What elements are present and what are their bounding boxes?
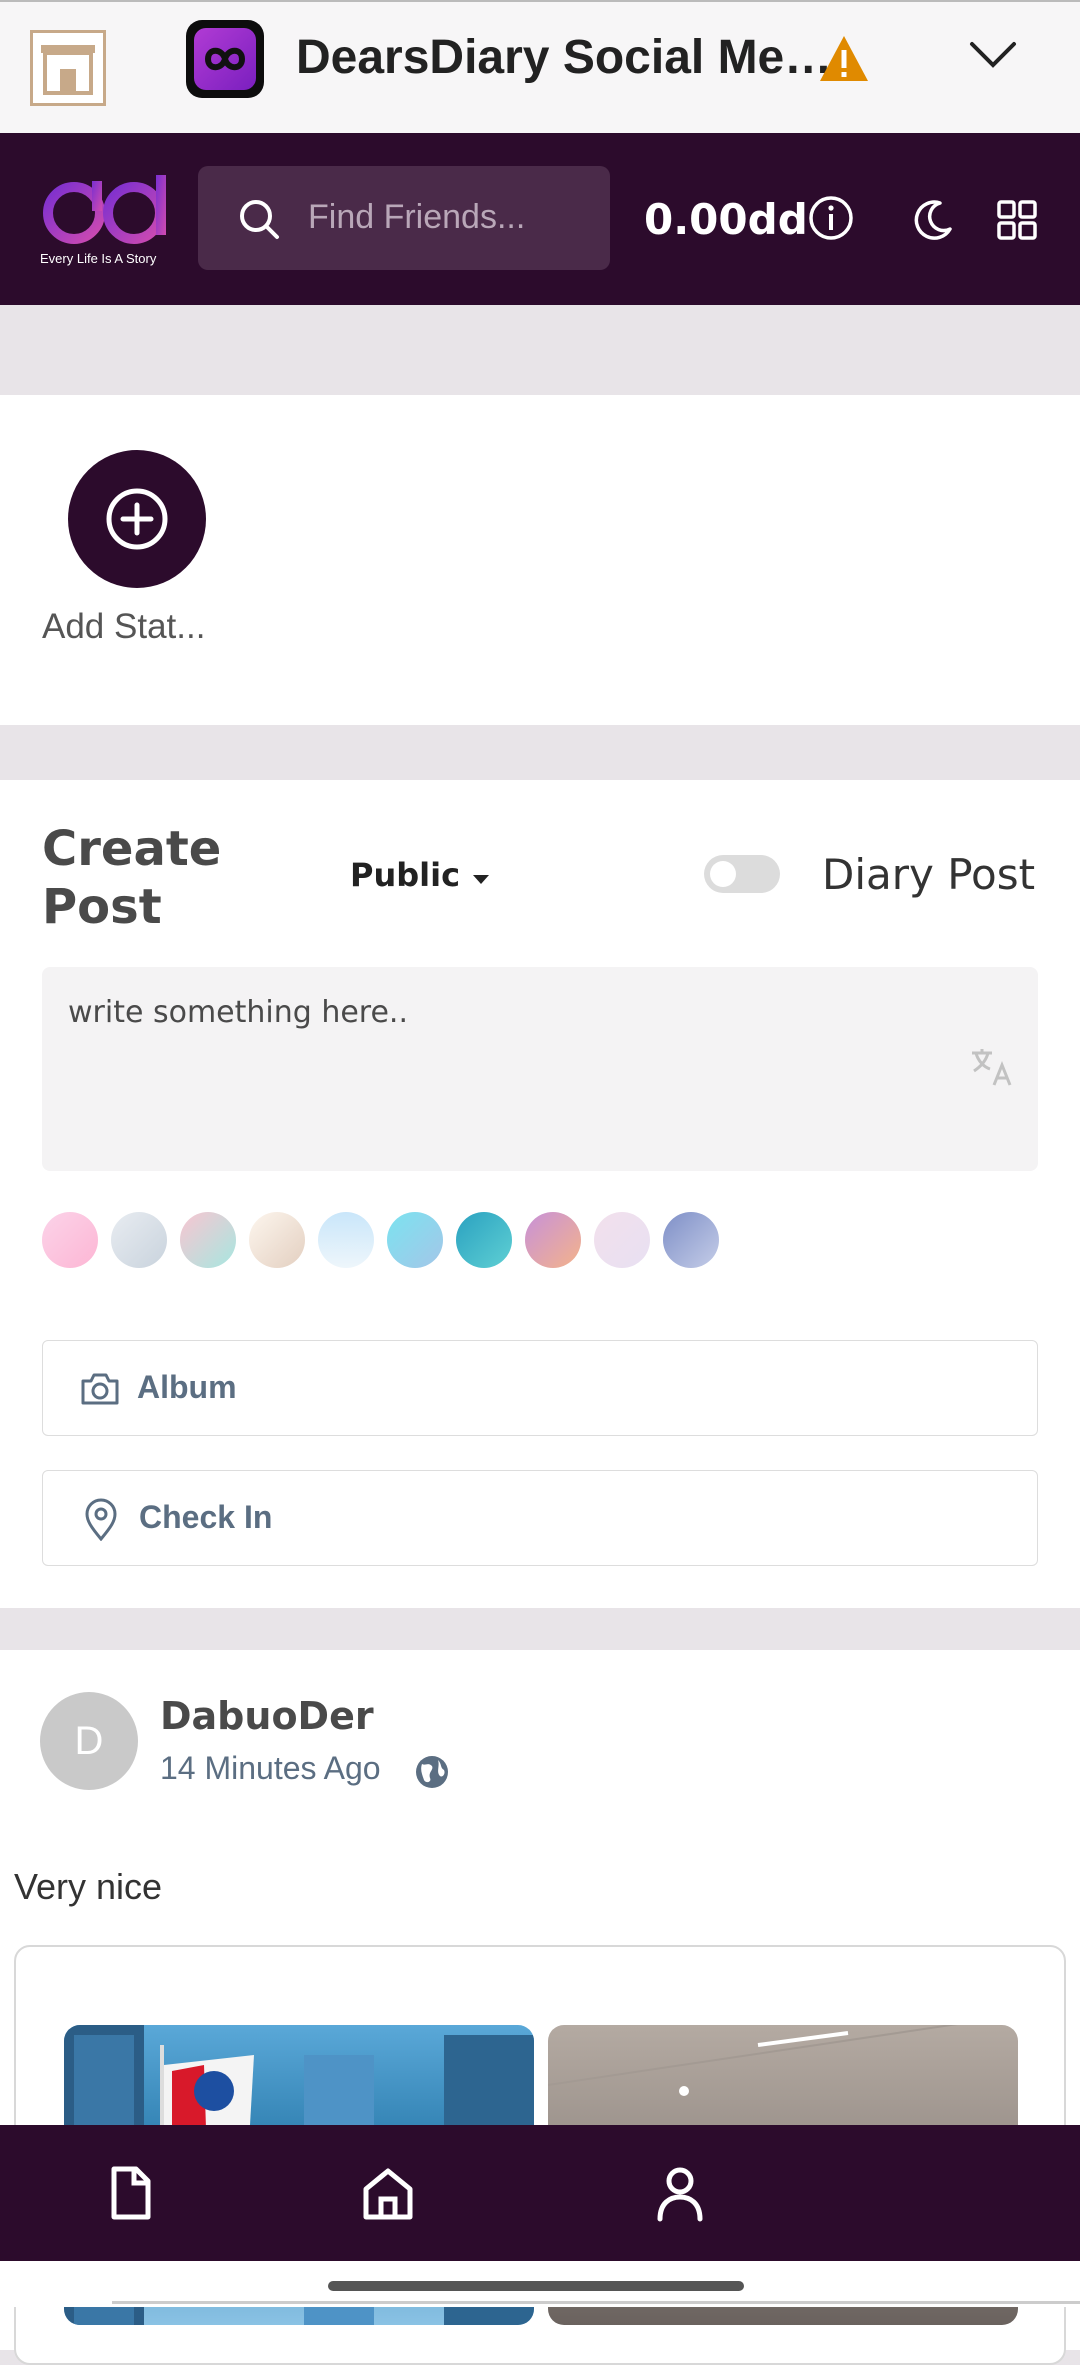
document-icon bbox=[111, 2166, 151, 2220]
background-swatch[interactable] bbox=[594, 1212, 650, 1268]
create-post-title: Create Post bbox=[42, 821, 222, 935]
privacy-dropdown[interactable]: Public bbox=[350, 856, 491, 894]
background-swatch[interactable] bbox=[111, 1212, 167, 1268]
globe-icon bbox=[414, 1754, 450, 1795]
album-label: Album bbox=[137, 1369, 237, 1405]
background-swatch[interactable] bbox=[249, 1212, 305, 1268]
diary-post-toggle[interactable] bbox=[704, 855, 780, 893]
background-swatch[interactable] bbox=[180, 1212, 236, 1268]
site-header: Every Life Is A Story Find Friends... 0.… bbox=[0, 133, 1080, 305]
background-swatch[interactable] bbox=[387, 1212, 443, 1268]
translate-icon[interactable] bbox=[970, 1047, 1014, 1092]
plus-circle-icon bbox=[106, 488, 168, 550]
search-box[interactable]: Find Friends... bbox=[198, 166, 610, 270]
dark-mode-moon-icon[interactable] bbox=[912, 199, 954, 246]
background-swatch[interactable] bbox=[525, 1212, 581, 1268]
info-icon[interactable] bbox=[808, 195, 854, 246]
balance-value: 0.00dd bbox=[644, 195, 808, 244]
album-button[interactable]: Album bbox=[42, 1340, 1038, 1436]
nav-home-button[interactable] bbox=[356, 2161, 420, 2225]
nav-document-button[interactable] bbox=[98, 2161, 162, 2225]
site-favicon-icon bbox=[30, 30, 106, 106]
check-in-button[interactable]: Check In bbox=[42, 1470, 1038, 1566]
home-indicator[interactable] bbox=[328, 2281, 744, 2291]
add-status-button[interactable] bbox=[68, 450, 206, 588]
check-in-label: Check In bbox=[139, 1499, 273, 1535]
create-post-panel: Create Post Public Diary Post Album bbox=[0, 780, 1080, 1608]
add-status-label: Add Stat... bbox=[42, 607, 206, 646]
search-input[interactable]: Find Friends... bbox=[308, 198, 525, 237]
stories-panel: Add Stat... bbox=[0, 395, 1080, 725]
app-logo-icon bbox=[186, 20, 264, 98]
chevron-down-icon[interactable] bbox=[968, 40, 1018, 75]
nav-profile-button[interactable] bbox=[648, 2161, 712, 2225]
brand-logo-icon[interactable] bbox=[40, 167, 170, 256]
camera-icon bbox=[79, 1371, 121, 1412]
background-swatch[interactable] bbox=[663, 1212, 719, 1268]
background-swatch[interactable] bbox=[318, 1212, 374, 1268]
app-top-bar: DearsDiary Social Me… bbox=[0, 0, 1080, 133]
post-text-input[interactable] bbox=[42, 967, 1038, 1171]
system-home-area bbox=[0, 2261, 1080, 2307]
privacy-value: Public bbox=[350, 856, 461, 894]
post-author[interactable]: DabuoDer bbox=[160, 1694, 374, 1738]
toggle-knob bbox=[710, 861, 736, 887]
diary-post-label: Diary Post bbox=[822, 850, 1036, 899]
background-swatch[interactable] bbox=[42, 1212, 98, 1268]
home-icon bbox=[363, 2168, 413, 2220]
post-text: Very nice bbox=[14, 1866, 163, 1907]
location-pin-icon bbox=[83, 1497, 119, 1546]
caret-down-icon bbox=[472, 875, 489, 884]
page-title: DearsDiary Social Me… bbox=[296, 31, 833, 84]
user-icon bbox=[657, 2167, 703, 2222]
post-timestamp: 14 Minutes Ago bbox=[160, 1750, 381, 1786]
divider bbox=[112, 2301, 1080, 2304]
background-swatch[interactable] bbox=[456, 1212, 512, 1268]
search-icon bbox=[238, 198, 280, 245]
logo-tagline: Every Life Is A Story bbox=[40, 251, 157, 266]
apps-grid-icon[interactable] bbox=[996, 199, 1038, 246]
avatar[interactable]: D bbox=[40, 1692, 138, 1790]
bottom-navigation bbox=[0, 2125, 1080, 2261]
warning-icon[interactable] bbox=[818, 34, 870, 89]
